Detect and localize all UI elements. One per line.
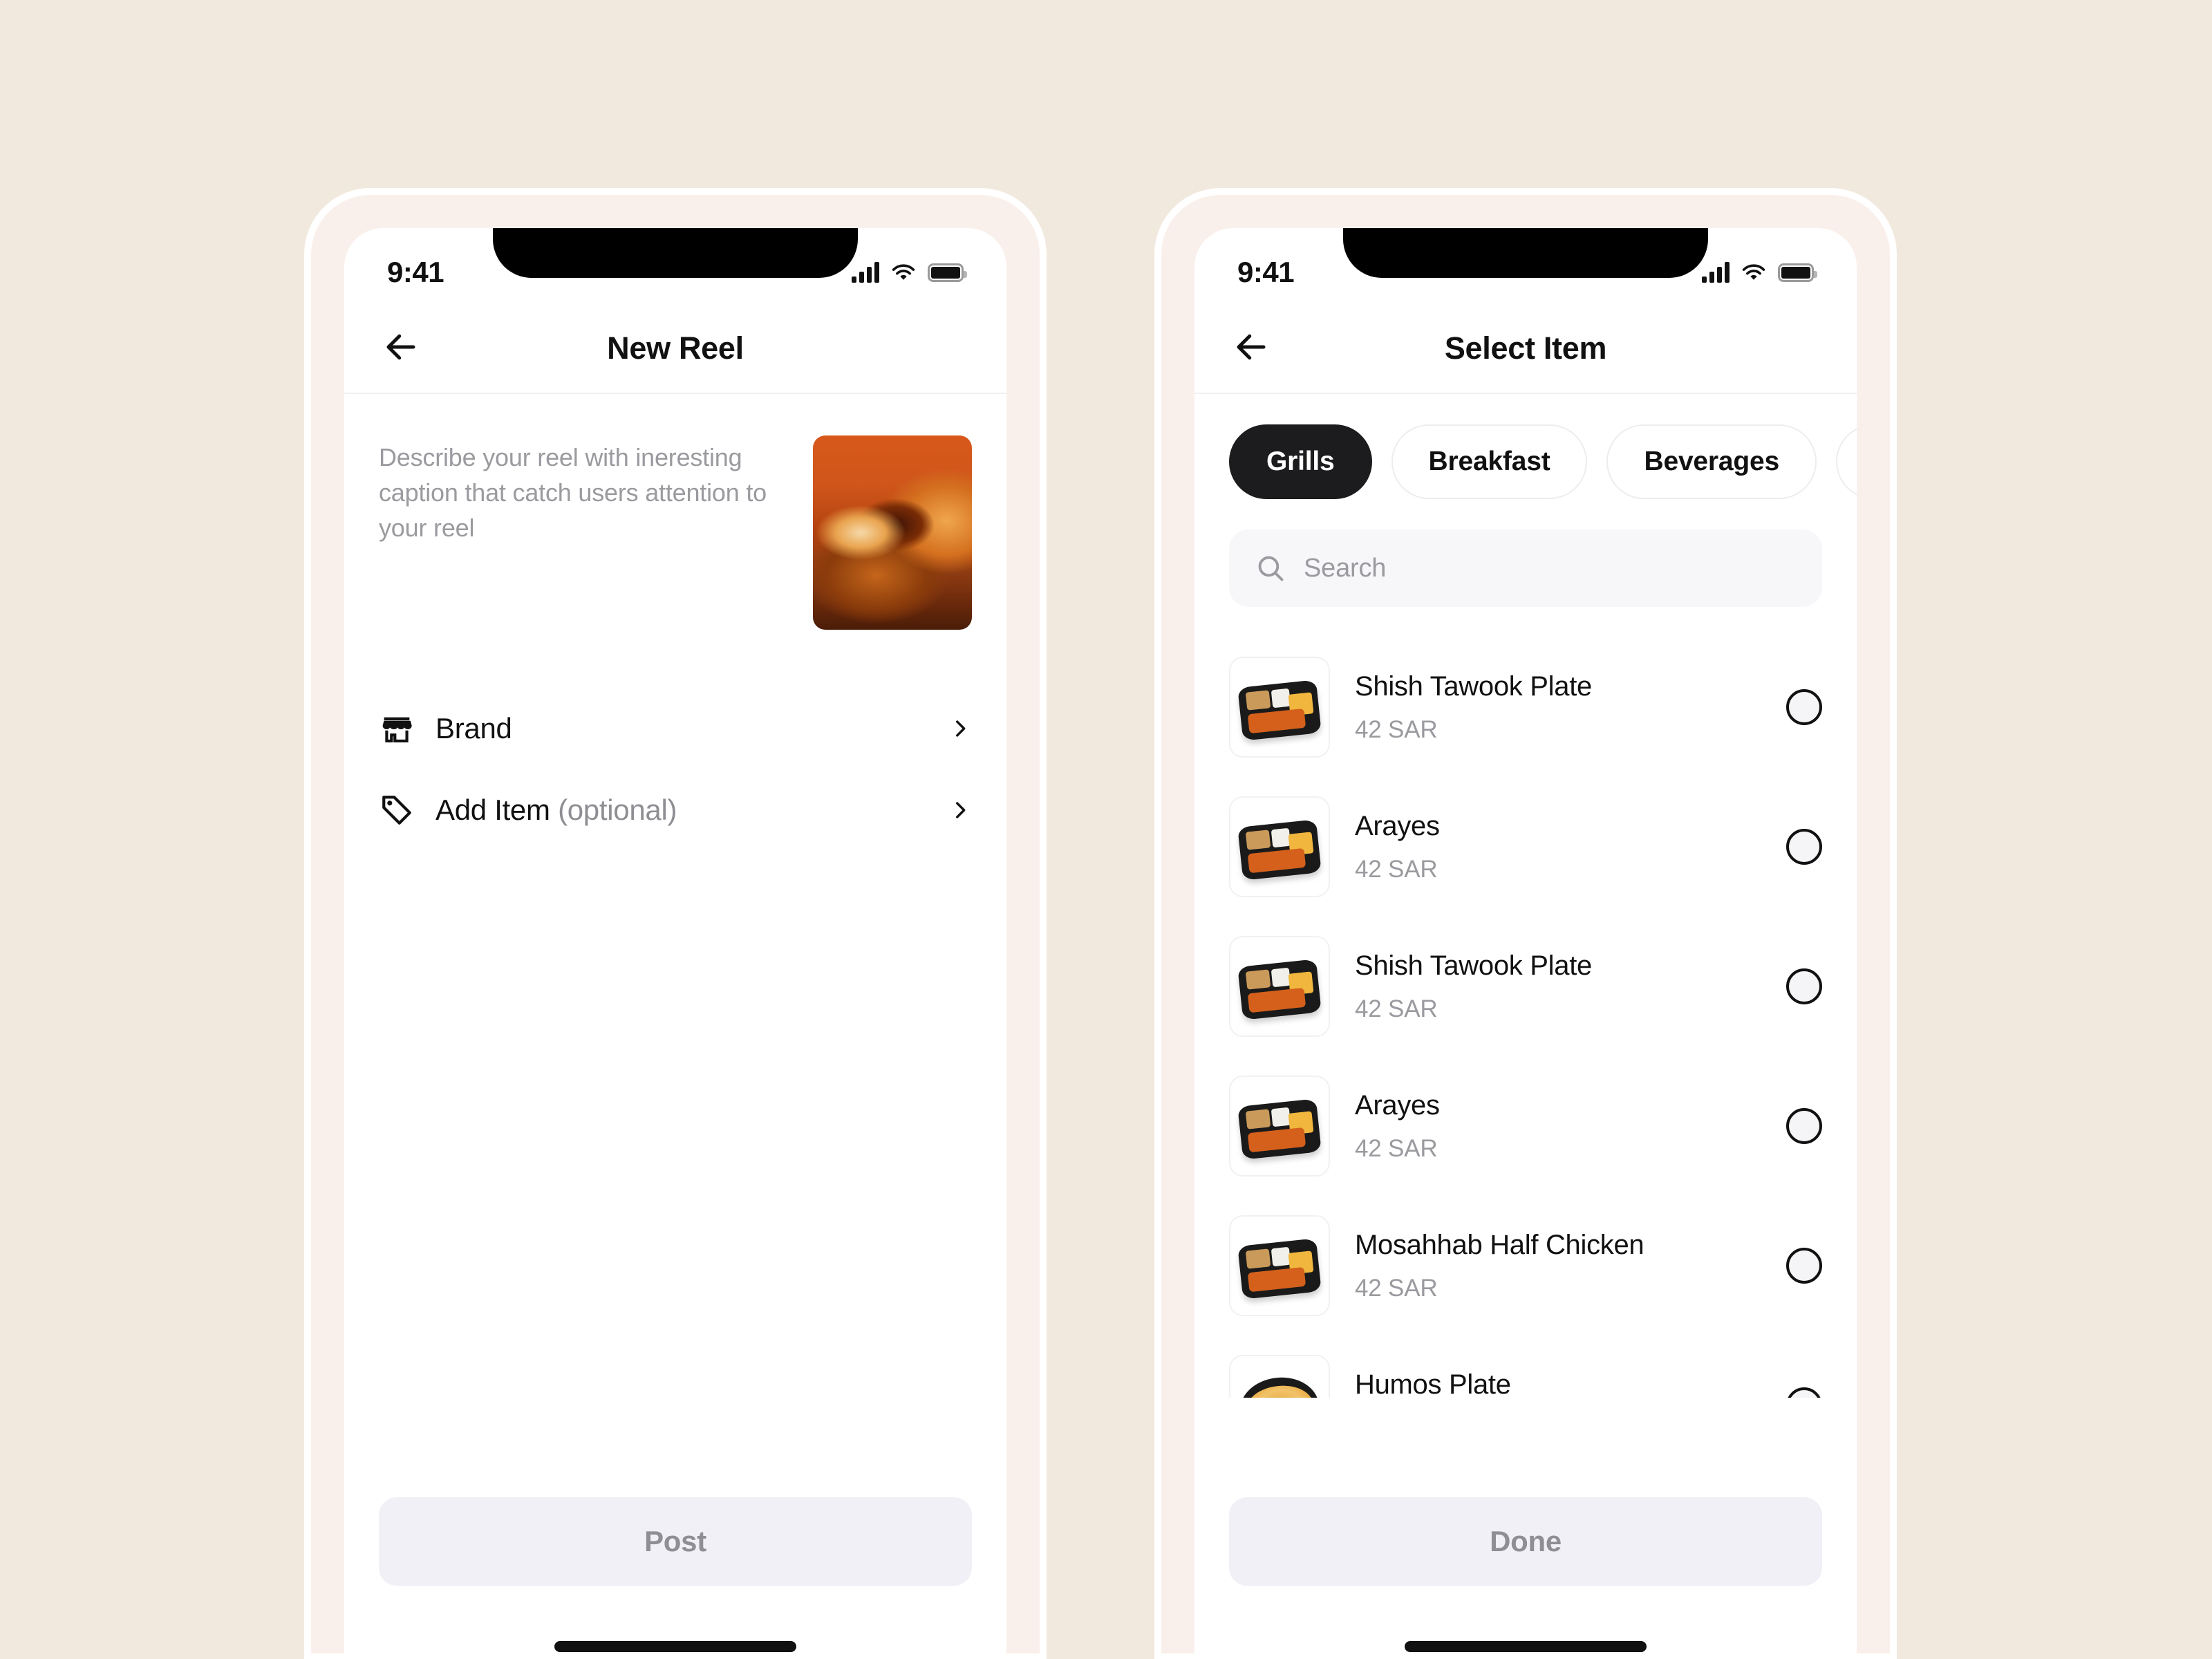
tab-breakfast[interactable]: Breakfast [1391, 424, 1588, 499]
list-item[interactable]: Arayes 42 SAR [1229, 1056, 1822, 1196]
list-item[interactable]: Humos Plate 42 SAR [1229, 1335, 1822, 1398]
screen-new-reel: 9:41 New Reel Describe your reel with in… [344, 228, 1006, 1653]
phone-mockup-select-item: 9:41 Select Item Grills Breakfast Bevera… [1154, 188, 1897, 1659]
nav-bar: Select Item [1194, 304, 1857, 393]
home-indicator [554, 1641, 796, 1652]
tab-sides[interactable]: Sides [1836, 424, 1857, 499]
item-thumbnail [1229, 1076, 1330, 1177]
nav-bar: New Reel [344, 304, 1006, 393]
list-item[interactable]: Arayes 42 SAR [1229, 777, 1822, 917]
back-button[interactable] [1229, 326, 1273, 371]
done-button[interactable]: Done [1229, 1497, 1822, 1586]
cellular-icon [1702, 262, 1730, 283]
item-info: Mosahhab Half Chicken 42 SAR [1355, 1230, 1761, 1302]
list-item[interactable]: Shish Tawook Plate 42 SAR [1229, 917, 1822, 1056]
search-input[interactable]: Search [1229, 529, 1822, 607]
category-tabs[interactable]: Grills Breakfast Beverages Sides [1194, 394, 1857, 529]
item-radio[interactable] [1786, 968, 1822, 1004]
list-item[interactable]: Mosahhab Half Chicken 42 SAR [1229, 1196, 1822, 1335]
item-radio[interactable] [1786, 1248, 1822, 1284]
row-add-item-label: Add Item (optional) [435, 794, 677, 826]
row-brand[interactable]: Brand [379, 688, 972, 769]
item-name: Arayes [1355, 810, 1440, 841]
search-placeholder: Search [1304, 553, 1387, 583]
item-price: 42 SAR [1355, 855, 1438, 883]
item-radio[interactable] [1786, 689, 1822, 725]
storefront-icon [379, 711, 415, 747]
home-indicator [1405, 1641, 1647, 1652]
item-info: Humos Plate 42 SAR [1355, 1369, 1761, 1398]
canvas: 9:41 New Reel Describe your reel with in… [0, 0, 2212, 1659]
item-thumbnail [1229, 1355, 1330, 1398]
item-price: 42 SAR [1355, 995, 1438, 1022]
screen-select-item: 9:41 Select Item Grills Breakfast Bevera… [1194, 228, 1857, 1653]
item-info: Arayes 42 SAR [1355, 1090, 1761, 1163]
item-radio[interactable] [1786, 1387, 1822, 1398]
back-button[interactable] [379, 326, 423, 371]
item-thumbnail [1229, 657, 1330, 758]
arrow-left-icon [382, 328, 420, 369]
battery-icon [1778, 263, 1817, 282]
item-name: Mosahhab Half Chicken [1355, 1229, 1644, 1260]
tab-beverages[interactable]: Beverages [1606, 424, 1817, 499]
done-button-wrap: Done [1194, 1497, 1857, 1586]
item-price: 42 SAR [1355, 1274, 1438, 1302]
row-add-item[interactable]: Add Item (optional) [379, 769, 972, 851]
item-list[interactable]: Shish Tawook Plate 42 SAR Arayes 42 SAR [1194, 637, 1857, 1398]
item-price: 42 SAR [1355, 1134, 1438, 1162]
status-icons [852, 262, 967, 283]
item-thumbnail [1229, 1215, 1330, 1316]
search-wrap: Search [1194, 529, 1857, 607]
post-button-wrap: Post [344, 1497, 1006, 1586]
item-thumbnail [1229, 796, 1330, 897]
page-title: Select Item [1444, 330, 1607, 366]
item-info: Arayes 42 SAR [1355, 811, 1761, 883]
status-bar: 9:41 [344, 228, 1006, 304]
item-name: Arayes [1355, 1089, 1440, 1121]
item-name: Humos Plate [1355, 1369, 1511, 1398]
compose-section: Describe your reel with ineresting capti… [344, 394, 1006, 630]
caption-input[interactable]: Describe your reel with ineresting capti… [379, 435, 788, 630]
list-item[interactable]: Shish Tawook Plate 42 SAR [1229, 637, 1822, 777]
chevron-right-icon [948, 717, 972, 740]
item-info: Shish Tawook Plate 42 SAR [1355, 950, 1761, 1023]
page-title: New Reel [607, 330, 744, 366]
arrow-left-icon [1232, 328, 1270, 369]
status-time: 9:41 [387, 256, 444, 288]
wifi-icon [890, 262, 917, 283]
phone-mockup-new-reel: 9:41 New Reel Describe your reel with in… [304, 188, 1047, 1659]
item-radio[interactable] [1786, 1108, 1822, 1144]
item-info: Shish Tawook Plate 42 SAR [1355, 671, 1761, 744]
tag-icon [379, 792, 415, 828]
cellular-icon [852, 262, 879, 283]
post-button[interactable]: Post [379, 1497, 972, 1586]
row-brand-label: Brand [435, 712, 512, 744]
status-bar: 9:41 [1194, 228, 1857, 304]
item-thumbnail [1229, 936, 1330, 1037]
battery-icon [928, 263, 967, 282]
reel-thumbnail[interactable] [813, 435, 972, 630]
chevron-right-icon [948, 798, 972, 822]
status-time: 9:41 [1237, 256, 1295, 288]
status-icons [1702, 262, 1817, 283]
list-fade-overlay [1194, 1441, 1857, 1472]
item-price: 42 SAR [1355, 715, 1438, 743]
item-name: Shish Tawook Plate [1355, 950, 1592, 981]
tab-grills[interactable]: Grills [1229, 424, 1372, 499]
item-radio[interactable] [1786, 829, 1822, 865]
option-rows: Brand Add Item (optional) [344, 688, 1006, 851]
search-icon [1255, 553, 1286, 583]
wifi-icon [1741, 262, 1767, 283]
item-name: Shish Tawook Plate [1355, 671, 1592, 702]
